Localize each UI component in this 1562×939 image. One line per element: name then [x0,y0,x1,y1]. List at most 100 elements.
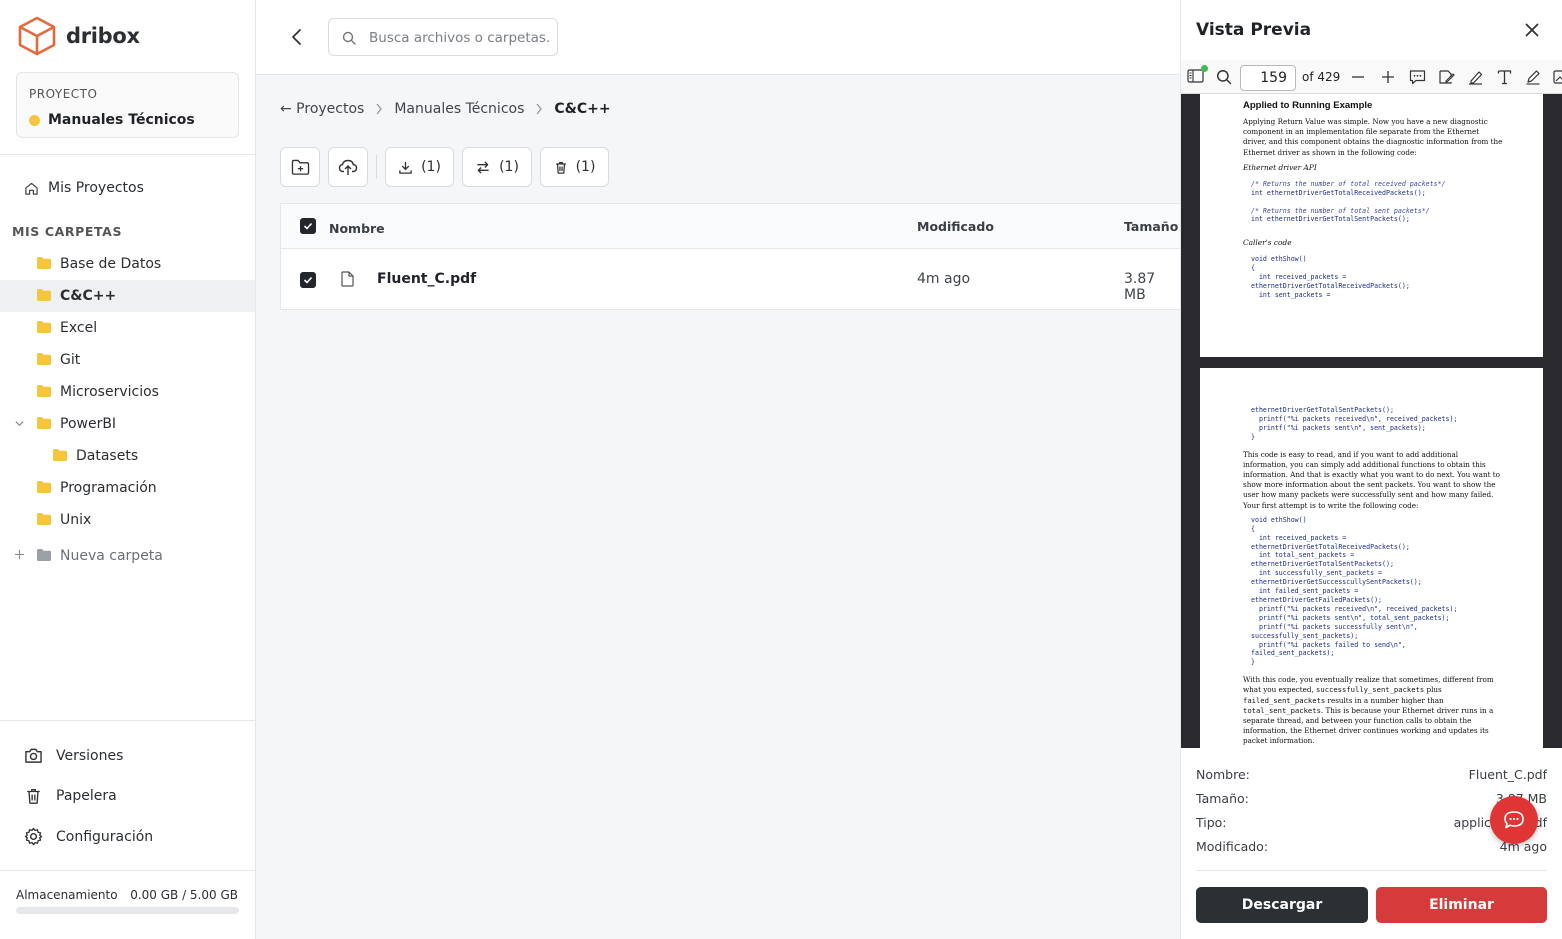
column-size[interactable]: Tamaño [1124,219,1178,234]
zoom-out-icon[interactable] [1351,70,1365,84]
close-preview-button[interactable] [1524,22,1540,38]
code-line: /* Returns the number of total received … [1251,179,1446,188]
code-line: int failed_sent_packets = [1251,587,1359,596]
code-line: printf("%i packets successfully sent\n", [1251,622,1418,631]
move-count: (1) [499,159,519,175]
nav-versions[interactable]: Versiones [24,747,123,764]
folder-label: Unix [60,512,92,528]
check-icon [303,222,313,230]
breadcrumb-projects-link[interactable]: ← Proyectos [280,101,364,117]
folder-label: C&C++ [60,288,117,304]
folder-datasets[interactable]: Datasets [0,440,255,472]
meta-label: Modificado: [1196,839,1269,854]
pdf-page: ethernetDriverGetTotalSentPackets(); pri… [1200,368,1543,748]
comment-icon[interactable] [1409,69,1426,85]
project-selector[interactable]: PROYECTO Manuales Técnicos [16,72,239,138]
text-tool-icon[interactable] [1497,69,1512,85]
sidebar: dribox PROYECTO Manuales Técnicos Mis Pr… [0,0,256,939]
delete-selected-button[interactable]: (1) [540,147,609,187]
nav-settings-label: Configuración [56,828,154,845]
folder-programacion[interactable]: Programación [0,472,255,504]
code-block: void ethShow() { int received_packets = … [1251,516,1505,667]
folder-powerbi[interactable]: PowerBI [0,408,255,440]
folder-base-de-datos[interactable]: Base de Datos [0,248,255,280]
code-line: } [1251,658,1255,667]
image-tool-icon[interactable] [1553,69,1562,85]
folder-icon [37,549,51,561]
file-name[interactable]: Fluent_C.pdf [377,271,476,287]
zoom-in-icon[interactable] [1381,70,1395,84]
table-header: Nombre Modificado Tamaño [281,204,1180,249]
swap-arrows-icon [477,160,489,174]
back-button[interactable] [288,27,306,47]
search-box[interactable] [328,18,558,56]
pdf-page-content: ethernetDriverGetTotalSentPackets(); pri… [1243,406,1505,748]
meta-label: Nombre: [1196,767,1250,782]
pdf-find-icon[interactable] [1216,69,1232,85]
sidebar-toggle-icon[interactable] [1187,65,1208,84]
search-icon [342,31,356,45]
delete-button[interactable]: Eliminar [1376,887,1547,923]
inline-code: total_sent_packets [1243,705,1321,715]
folder-plus-icon [291,159,309,175]
top-bar [256,0,1180,75]
chevron-down-icon[interactable] [14,418,25,429]
cube-logo-icon [18,16,56,56]
code-line: int sent_packets = [1251,290,1331,299]
trash-icon [555,161,566,174]
code-block: ethernetDriverGetTotalSentPackets(); pri… [1251,406,1505,442]
folder-icon [37,289,51,301]
nav-trash[interactable]: Papelera [24,787,117,805]
select-all-checkbox[interactable] [300,218,316,234]
search-input[interactable] [369,28,549,48]
check-icon [303,276,313,284]
code-line: int successfully_sent_packets = [1251,569,1383,578]
code-line: ethernetDriverGetTotalSentPackets(); [1251,560,1394,569]
code-block: void ethShow() { int received_packets = … [1251,255,1505,300]
download-selected-button[interactable]: (1) [385,147,454,187]
highlight-icon[interactable] [1467,69,1484,85]
column-name[interactable]: Nombre [329,221,385,236]
signature-icon[interactable] [1438,69,1455,85]
inline-code: failed_sent_packets [1243,695,1326,705]
code-line: printf("%i packets received\n", received… [1251,414,1458,423]
folder-icon [37,321,51,333]
app-name: dribox [66,24,140,48]
folders-section-title: MIS CARPETAS [12,224,123,239]
upload-button[interactable] [328,147,368,187]
folder-excel[interactable]: Excel [0,312,255,344]
folder-unix[interactable]: Unix [0,504,255,536]
breadcrumb: ← Proyectos Manuales Técnicos C&C++ [280,101,611,117]
code-line: ethernetDriverGetFailedPackets(); [1251,596,1383,604]
folder-icon [37,513,51,525]
pdf-page: Applied to Running Example Applying Retu… [1200,94,1543,357]
page-paragraph: With this code, you eventually realize t… [1243,675,1505,746]
pdf-page-input[interactable] [1240,65,1296,91]
pdf-viewer[interactable]: Applied to Running Example Applying Retu… [1181,94,1562,748]
chat-bubble-icon [1504,811,1524,829]
download-icon [399,161,412,174]
code-line: { [1251,524,1255,533]
page-caption: Caller's code [1243,238,1292,248]
meta-modified-row: Modificado: 4m ago [1196,839,1547,854]
divider [0,154,256,155]
chat-button[interactable] [1490,796,1538,844]
draw-icon[interactable] [1525,69,1541,85]
download-button[interactable]: Descargar [1196,887,1368,923]
table-row[interactable]: Fluent_C.pdf 4m ago 3.87 MB [281,249,1180,310]
folder-microservicios[interactable]: Microservicios [0,376,255,408]
chevron-right-icon [375,103,383,115]
move-selected-button[interactable]: (1) [462,147,532,187]
folder-label: Microservicios [60,384,159,400]
nav-settings[interactable]: Configuración [24,827,153,846]
column-modified[interactable]: Modificado [917,219,994,234]
nav-my-projects[interactable]: Mis Proyectos [24,180,144,196]
breadcrumb-project-link[interactable]: Manuales Técnicos [394,101,524,117]
new-folder-button[interactable]: Nueva carpeta [0,540,255,572]
new-folder-toolbar-button[interactable] [280,147,320,187]
meta-size-row: Tamaño: 3.87 MB [1196,791,1547,806]
folder-git[interactable]: Git [0,344,255,376]
row-checkbox[interactable] [300,272,316,288]
logo[interactable]: dribox [18,16,140,56]
folder-c-cpp[interactable]: C&C++ [0,280,255,312]
